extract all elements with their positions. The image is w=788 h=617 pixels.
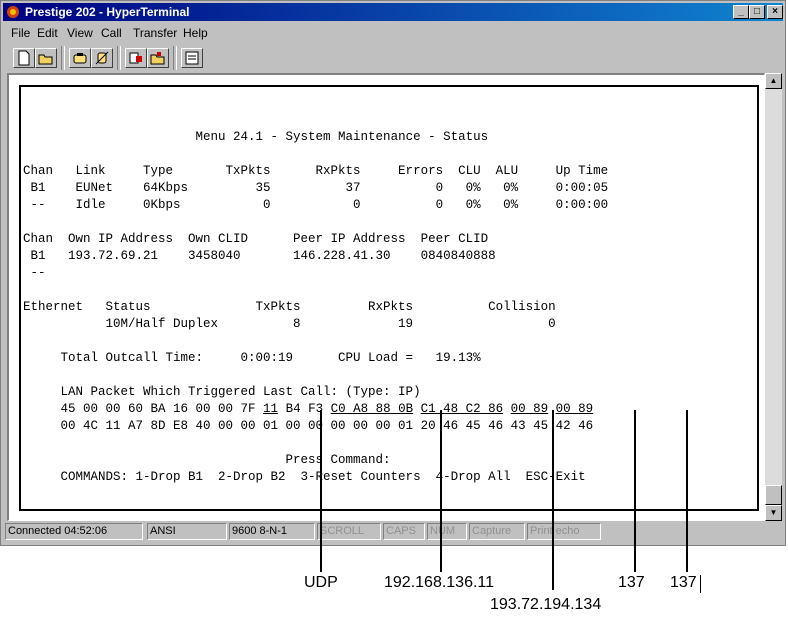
scroll-thumb[interactable] xyxy=(765,485,782,505)
hyperterminal-window: Prestige 202 - HyperTerminal _ □ × File … xyxy=(0,0,786,546)
source-ip-label: 192.168.136.11 xyxy=(384,574,495,591)
menu-help[interactable]: Help xyxy=(183,26,208,40)
scroll-up-button[interactable]: ▲ xyxy=(765,73,782,89)
status-emulation: ANSI xyxy=(147,523,227,540)
scroll-down-button[interactable]: ▼ xyxy=(765,505,782,521)
lan-packet-title: LAN Packet Which Triggered Last Call: (T… xyxy=(23,385,421,399)
title-bar[interactable]: Prestige 202 - HyperTerminal _ □ × xyxy=(3,3,783,21)
disconnect-button[interactable] xyxy=(91,48,113,68)
dst-ip-callout-line xyxy=(552,410,554,590)
chan-row-idle: -- Idle 0Kbps 0 0 0 0% 0% 0:00:00 xyxy=(23,198,609,212)
dest-port-bytes: 00 89 xyxy=(555,402,594,416)
status-caps: CAPS xyxy=(383,523,425,540)
udp-callout-line xyxy=(320,410,322,572)
source-port-bytes: 00 89 xyxy=(510,402,549,416)
dest-ip-label: 193.72.194.134 xyxy=(490,596,602,613)
status-printecho: Print echo xyxy=(527,523,601,540)
ethernet-header: Ethernet Status TxPkts RxPkts Collision xyxy=(23,300,556,314)
dest-ip-bytes: C1 48 C2 86 xyxy=(420,402,504,416)
open-button[interactable] xyxy=(35,48,57,68)
vertical-scrollbar[interactable]: ▲ ▼ xyxy=(765,73,782,521)
udp-label: UDP xyxy=(304,574,338,591)
ip-header: Chan Own IP Address Own CLID Peer IP Add… xyxy=(23,232,489,246)
new-button[interactable] xyxy=(13,48,35,68)
menu-edit[interactable]: Edit xyxy=(37,26,58,40)
press-command: Press Command: xyxy=(23,453,391,467)
chan-row-b1: B1 EUNet 64Kbps 35 37 0 0% 0% 0:00:05 xyxy=(23,181,609,195)
toolbar xyxy=(5,45,781,71)
new-icon xyxy=(18,50,30,66)
terminal-screen[interactable]: Menu 24.1 - System Maintenance - Status … xyxy=(19,85,759,511)
ip-row-empty: -- xyxy=(23,266,46,280)
hex-line-1: 45 00 00 60 BA 16 00 00 7F 11 B4 F3 C0 A… xyxy=(23,402,594,416)
source-port-label: 137 xyxy=(618,574,645,591)
status-settings: 9600 8-N-1 xyxy=(229,523,315,540)
send-button[interactable] xyxy=(125,48,147,68)
chan-header: Chan Link Type TxPkts RxPkts Errors CLU … xyxy=(23,164,609,178)
src-port-callout-line xyxy=(634,410,636,572)
dst-port-callout-line xyxy=(686,410,688,572)
commands-line: COMMANDS: 1-Drop B1 2-Drop B2 3-Reset Co… xyxy=(23,470,586,484)
properties-button[interactable] xyxy=(181,48,203,68)
dest-port-label: 137 xyxy=(670,574,697,591)
open-icon xyxy=(38,54,53,65)
terminal-area[interactable]: Menu 24.1 - System Maintenance - Status … xyxy=(7,73,765,521)
send-icon xyxy=(129,52,142,64)
menu-file[interactable]: File xyxy=(11,26,30,40)
window-title: Prestige 202 - HyperTerminal xyxy=(25,5,190,19)
menu-title-text: Menu 24.1 - System Maintenance - Status xyxy=(195,130,489,144)
status-capture: Capture xyxy=(469,523,525,540)
terminal-text: Menu 24.1 - System Maintenance - Status … xyxy=(23,129,608,486)
connect-button[interactable] xyxy=(69,48,91,68)
receive-button[interactable] xyxy=(147,48,169,68)
status-bar: Connected 04:52:06 ANSI 9600 8-N-1 SCROL… xyxy=(5,523,783,541)
menu-view[interactable]: View xyxy=(67,26,93,40)
hyperterminal-icon xyxy=(7,6,19,18)
source-ip-bytes: C0 A8 88 0B xyxy=(330,402,414,416)
menu-call[interactable]: Call xyxy=(101,26,122,40)
status-scroll: SCROLL xyxy=(317,523,381,540)
menu-transfer[interactable]: Transfer xyxy=(133,26,177,40)
properties-icon xyxy=(185,51,199,65)
ethernet-row: 10M/Half Duplex 8 19 0 xyxy=(23,317,556,331)
maximize-button[interactable]: □ xyxy=(749,5,765,19)
minimize-button[interactable]: _ xyxy=(733,5,749,19)
status-connected: Connected 04:52:06 xyxy=(5,523,143,540)
connect-icon xyxy=(73,53,87,64)
status-num: NUM xyxy=(427,523,467,540)
text-cursor xyxy=(700,575,701,593)
close-button[interactable]: × xyxy=(767,5,783,19)
disconnect-icon xyxy=(95,51,109,65)
protocol-byte: 11 xyxy=(263,402,279,416)
receive-icon xyxy=(150,52,165,65)
menu-title xyxy=(23,130,196,144)
src-ip-callout-line xyxy=(440,410,442,572)
outcall-line: Total Outcall Time: 0:00:19 CPU Load = 1… xyxy=(23,351,481,365)
ip-row-b1: B1 193.72.69.21 3458040 146.228.41.30 08… xyxy=(23,249,496,263)
hex-line-2: 00 4C 11 A7 8D E8 40 00 00 01 00 00 00 0… xyxy=(23,419,594,433)
